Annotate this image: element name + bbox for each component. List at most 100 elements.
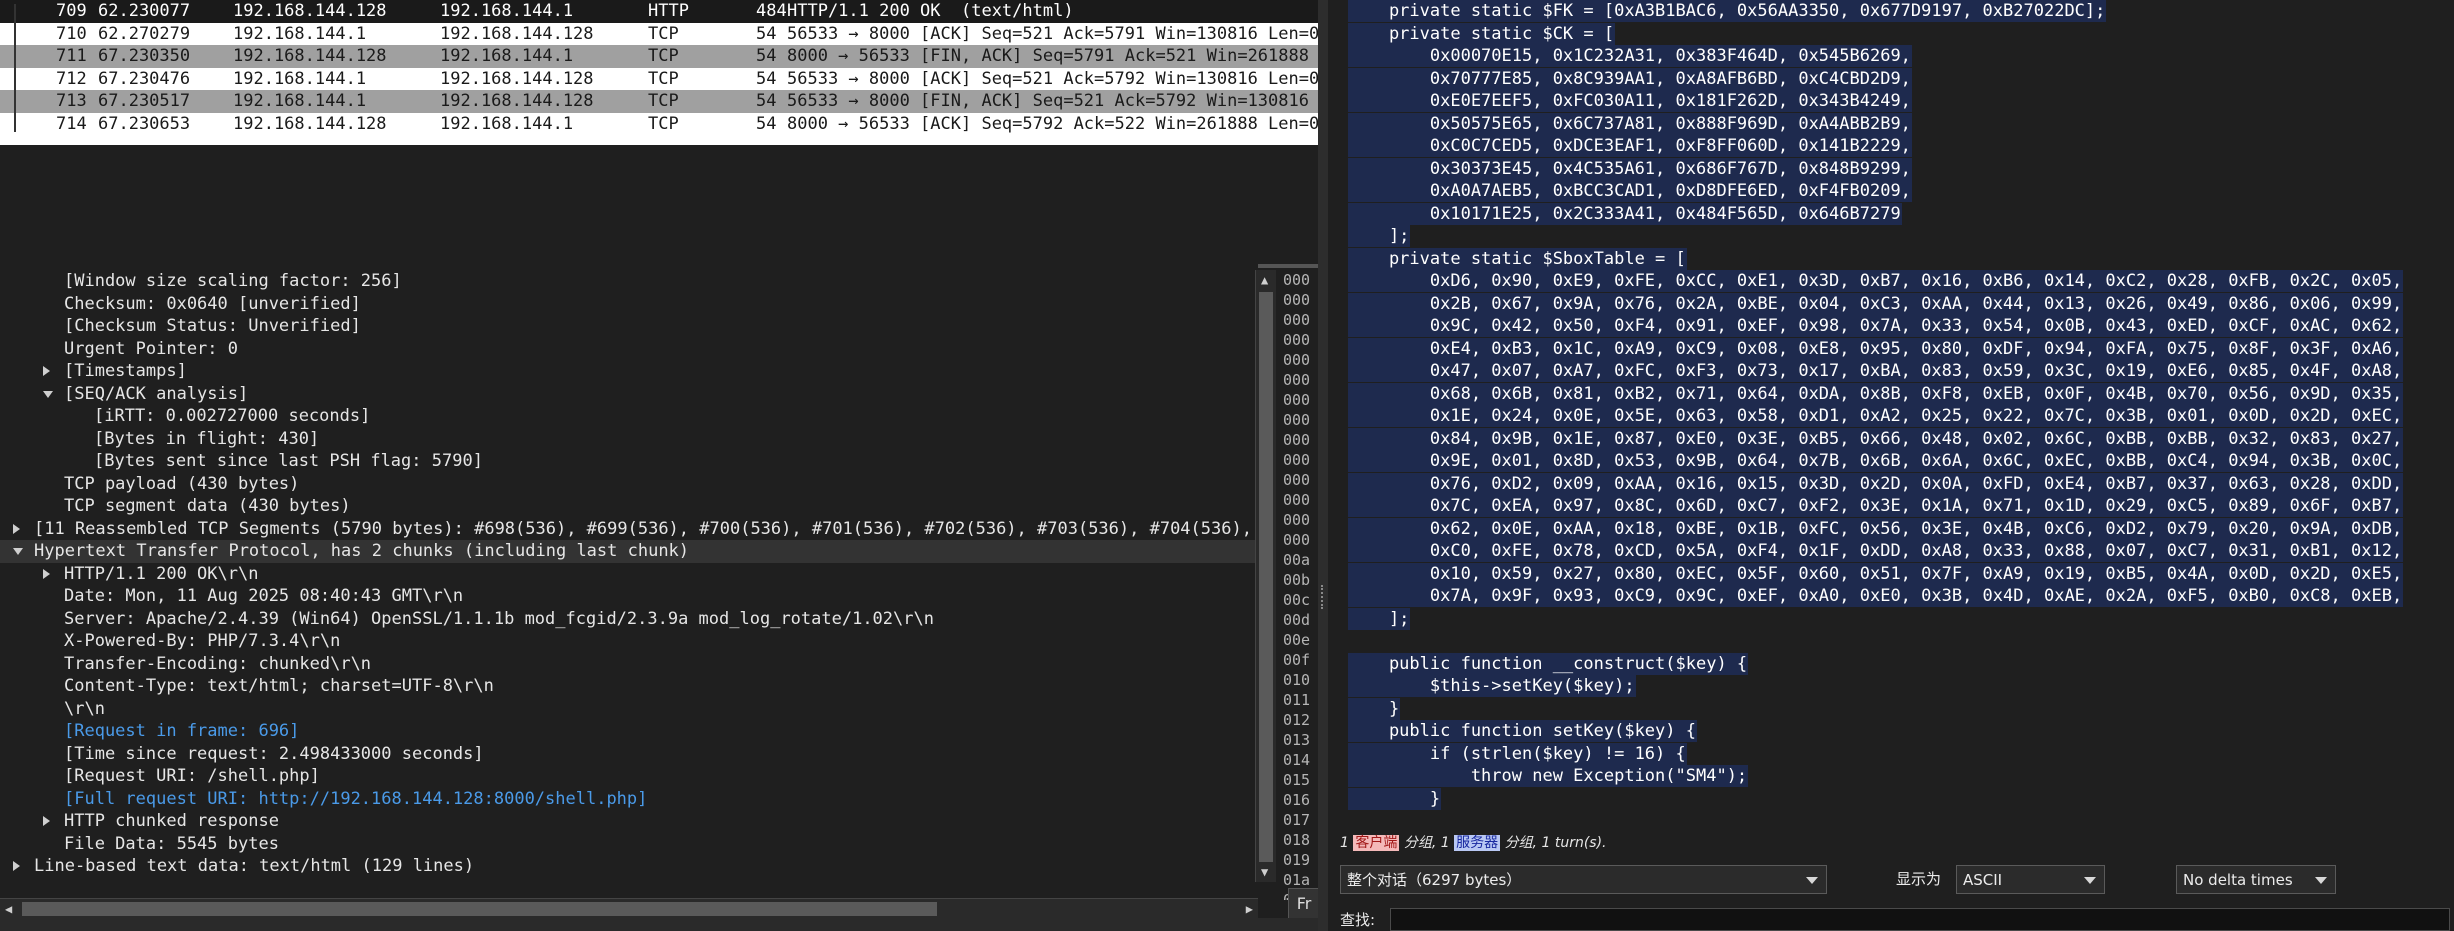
byte-offset: 015 (1283, 771, 1311, 789)
stream-line: 0x7A, 0x9F, 0x93, 0xC9, 0x9C, 0xEF, 0xA0… (1348, 585, 2403, 608)
detail-text: \r\n (64, 698, 105, 719)
stream-line: 0x50575E65, 0x6C737A81, 0x888F969D, 0xA4… (1348, 113, 1911, 136)
conversation-select[interactable]: 整个对话（6297 bytes） (1340, 865, 1827, 894)
stream-line: 0x62, 0x0E, 0xAA, 0x18, 0xBE, 0x1B, 0xFC… (1348, 518, 2403, 541)
detail-text: [SEQ/ACK analysis] (64, 383, 249, 404)
expand-arrow-icon[interactable] (43, 366, 50, 376)
client-packet-count: 1 (1340, 835, 1349, 851)
detail-text: TCP payload (430 bytes) (64, 473, 300, 494)
stream-line: public function setKey($key) { (1348, 720, 1696, 743)
frame-tab-button[interactable]: Fr (1288, 888, 1320, 920)
scroll-down-arrow-icon[interactable]: ▼ (1261, 862, 1268, 882)
stream-line-text: } (1348, 698, 1400, 719)
expand-arrow-icon[interactable] (13, 861, 20, 871)
byte-offset: 000 (1283, 311, 1311, 329)
show-as-select-value: ASCII (1963, 871, 2003, 889)
stream-line-text: if (strlen($key) != 16) { (1348, 743, 1686, 764)
detail-link[interactable]: [Full request URI: http://192.168.144.12… (64, 788, 647, 811)
packet-dst-cell: 192.168.144.1 (440, 113, 574, 134)
byte-offset: 00e (1283, 631, 1311, 649)
detail-link[interactable]: [Request in frame: 696] (64, 720, 299, 743)
packet-src-cell: 192.168.144.1 (233, 91, 367, 111)
stream-line: if (strlen($key) != 16) { (1348, 743, 1686, 766)
detail-text: Checksum: 0x0640 [unverified] (64, 293, 361, 314)
collapse-arrow-icon[interactable] (13, 548, 23, 555)
scroll-left-arrow-icon[interactable]: ◀ (5, 899, 12, 919)
detail-row[interactable]: Hypertext Transfer Protocol, has 2 chunk… (0, 540, 1258, 563)
stream-line-text: private static $CK = [ (1348, 23, 1615, 44)
byte-offset: 011 (1283, 691, 1311, 709)
window-splitter[interactable] (1318, 0, 1328, 931)
byte-offset: 000 (1283, 271, 1311, 289)
stream-scrollbar[interactable] (2434, 0, 2454, 826)
packet-dst-cell: 192.168.144.128 (440, 23, 594, 44)
pane-splitter[interactable] (1258, 264, 1318, 268)
detail-text: Server: Apache/2.4.39 (Win64) OpenSSL/1.… (64, 608, 934, 629)
packet-proto-cell: TCP (648, 68, 679, 89)
packet-details-tree[interactable]: [Window size scaling factor: 256] Checksu… (0, 270, 1258, 900)
stream-line: 0x9C, 0x42, 0x50, 0xF4, 0x91, 0xEF, 0x98… (1348, 315, 2403, 338)
stream-line: private static $FK = [0xA3B1BAC6, 0x56AA… (1348, 0, 2106, 23)
scrollbar-thumb[interactable] (1259, 292, 1273, 862)
collapse-arrow-icon[interactable] (43, 390, 53, 398)
stream-line-text: 0x47, 0x07, 0xA7, 0xFC, 0xF3, 0x73, 0x17… (1348, 361, 2403, 381)
packet-info-cell: 56533 → 8000 [ACK] Seq=521 Ack=5791 Win=… (787, 23, 1318, 44)
stream-line-text: ]; (1348, 226, 1410, 246)
stream-line-text: 0xE0E7EEF5, 0xFC030A11, 0x181F262D, 0x34… (1348, 91, 1911, 111)
chevron-down-icon (2315, 877, 2327, 884)
stream-line-text: 0x70777E85, 0x8C939AA1, 0xA8AFB6BD, 0xC4… (1348, 68, 1911, 89)
details-horizontal-scrollbar[interactable]: ◀ ▶ (0, 898, 1258, 919)
stream-line: 0xD6, 0x90, 0xE9, 0xFE, 0xCC, 0xE1, 0x3D… (1348, 270, 2403, 293)
packet-row[interactable]: 711 67.230350 192.168.144.128 192.168.144.1… (0, 45, 1318, 68)
server-label: 服务器 (1454, 835, 1501, 851)
byte-offset: 000 (1283, 371, 1311, 389)
scroll-right-arrow-icon[interactable]: ▶ (1246, 899, 1253, 919)
packet-len-cell: 484 (756, 1, 787, 21)
packet-time-cell: 67.230476 (98, 68, 191, 89)
stream-line: } (1348, 698, 1400, 721)
stream-line-text: 0xC0, 0xFE, 0x78, 0xCD, 0x5A, 0xF4, 0x1F… (1348, 541, 2403, 561)
stream-line: 0x68, 0x6B, 0x81, 0xB2, 0x71, 0x64, 0xDA… (1348, 383, 2403, 406)
scrollbar-thumb[interactable] (22, 902, 937, 916)
stream-line-text: 0x9E, 0x01, 0x8D, 0x53, 0x9B, 0x64, 0x7B… (1348, 451, 2403, 471)
packet-list[interactable]: 709 62.230077 192.168.144.128 192.168.144.1… (0, 0, 1318, 145)
expand-arrow-icon[interactable] (43, 816, 50, 826)
stream-line-text: 0x00070E15, 0x1C232A31, 0x383F464D, 0x54… (1348, 46, 1911, 66)
packet-row[interactable]: 713 67.230517 192.168.144.1 192.168.144.128… (0, 90, 1318, 113)
delta-times-select-value: No delta times (2183, 871, 2293, 889)
packet-time-cell: 67.230350 (98, 46, 191, 66)
find-input[interactable] (1390, 908, 2450, 931)
packet-row[interactable]: 710 62.270279 192.168.144.1 192.168.144.128… (0, 23, 1318, 46)
stream-line: ]; (1348, 608, 1410, 631)
packet-row[interactable]: 712 67.230476 192.168.144.1 192.168.144.128… (0, 68, 1318, 91)
detail-text: X-Powered-By: PHP/7.3.4\r\n (64, 631, 341, 651)
stream-line: public function __construct($key) { (1348, 653, 1748, 676)
expand-arrow-icon[interactable] (13, 523, 20, 534)
packet-proto-cell: TCP (648, 113, 679, 134)
packet-bytes-pane[interactable]: 000 000 000 000 000 000 000 000 000 000 000 000 000 0… (1283, 270, 1318, 900)
stream-line: 0xE4, 0xB3, 0x1C, 0xA9, 0xC9, 0x08, 0xE8… (1348, 338, 2403, 361)
packet-len-cell: 54 (756, 68, 777, 89)
byte-offset: 018 (1283, 831, 1311, 849)
details-vertical-scrollbar[interactable]: ▲ ▼ (1255, 270, 1276, 882)
expand-arrow-icon[interactable] (43, 568, 50, 579)
byte-offset: 000 (1283, 531, 1311, 549)
byte-offset: 01a (1283, 871, 1311, 889)
detail-text: [Request URI: /shell.php] (64, 766, 320, 786)
byte-offset: 012 (1283, 711, 1311, 729)
stream-line: 0x00070E15, 0x1C232A31, 0x383F464D, 0x54… (1348, 45, 1911, 68)
packet-time-cell: 67.230653 (98, 113, 191, 134)
conversation-bracket-line (14, 4, 16, 132)
server-packets-word: 分组, (1504, 835, 1538, 851)
show-as-select[interactable]: ASCII (1956, 865, 2105, 894)
stream-content[interactable]: private static $FK = [0xA3B1BAC6, 0x56AA… (1348, 0, 2428, 826)
scroll-up-arrow-icon[interactable]: ▲ (1261, 270, 1268, 290)
packet-row[interactable]: 709 62.230077 192.168.144.128 192.168.144.1… (0, 0, 1318, 23)
delta-times-select[interactable]: No delta times (2176, 865, 2336, 894)
detail-text: Urgent Pointer: 0 (64, 338, 238, 359)
packet-list-empty-area (0, 145, 1318, 268)
stream-line-text: $this->setKey($key); (1348, 676, 1635, 696)
packet-proto-cell: TCP (648, 23, 679, 44)
find-label: 查找: (1340, 911, 1376, 929)
packet-row[interactable]: 714 67.230653 192.168.144.128 192.168.144.1… (0, 113, 1318, 136)
